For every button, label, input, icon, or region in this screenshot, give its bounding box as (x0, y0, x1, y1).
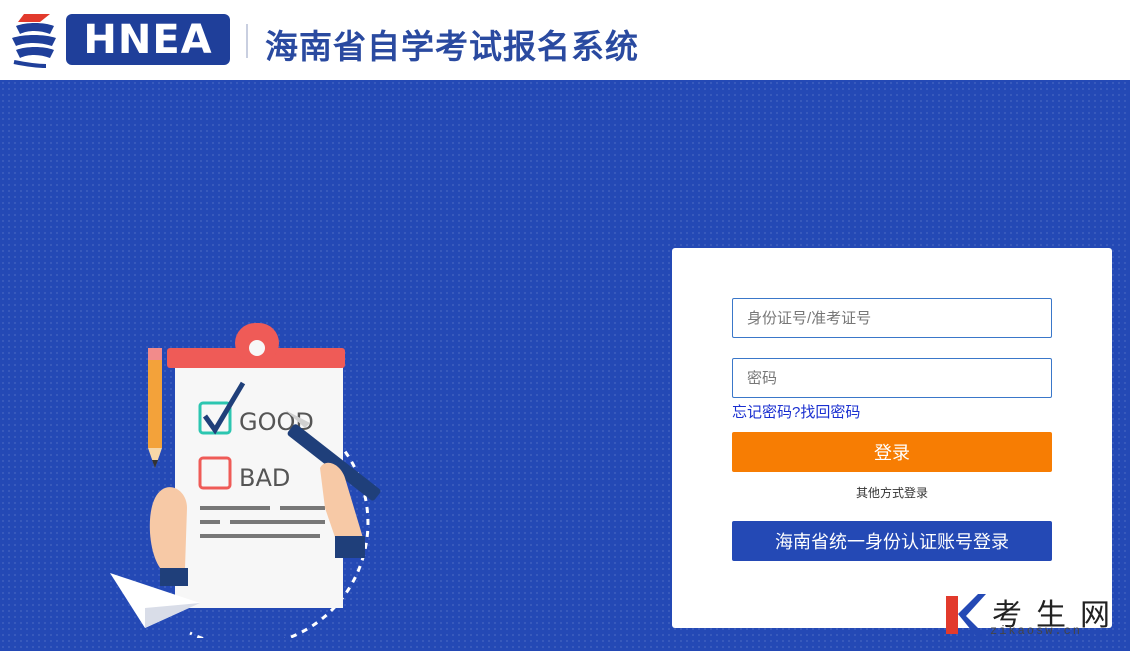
hnea-logo-text: HNEA (66, 14, 230, 65)
bad-label: BAD (239, 464, 290, 492)
unified-identity-login-button[interactable]: 海南省统一身份认证账号登录 (732, 521, 1052, 561)
forgot-password-link[interactable]: 忘记密码?找回密码 (732, 401, 860, 422)
pencil-icon (148, 348, 162, 468)
watermark-subtext: zikaosw.cn (990, 624, 1083, 638)
login-button[interactable]: 登录 (732, 432, 1052, 472)
left-hand (149, 487, 187, 573)
header: HNEA 海南省自学考试报名系统 (0, 0, 1130, 80)
login-card: 忘记密码?找回密码 登录 其他方式登录 海南省统一身份认证账号登录 (672, 248, 1112, 628)
header-divider (246, 24, 248, 58)
other-methods-label: 其他方式登录 (855, 486, 928, 500)
checklist-illustration: GOOD BAD (110, 323, 381, 638)
id-number-input[interactable] (732, 298, 1052, 338)
page-title: 海南省自学考试报名系统 (265, 27, 639, 66)
hnea-logo-icon (12, 14, 56, 68)
main-area: GOOD BAD 忘记密码?找回密码 登录 其他方式登录 海南省统一身份认 (0, 80, 1130, 651)
watermark-k-icon (946, 594, 986, 636)
password-input[interactable] (732, 358, 1052, 398)
watermark: 考生网 zikaosw.cn (944, 590, 1124, 640)
